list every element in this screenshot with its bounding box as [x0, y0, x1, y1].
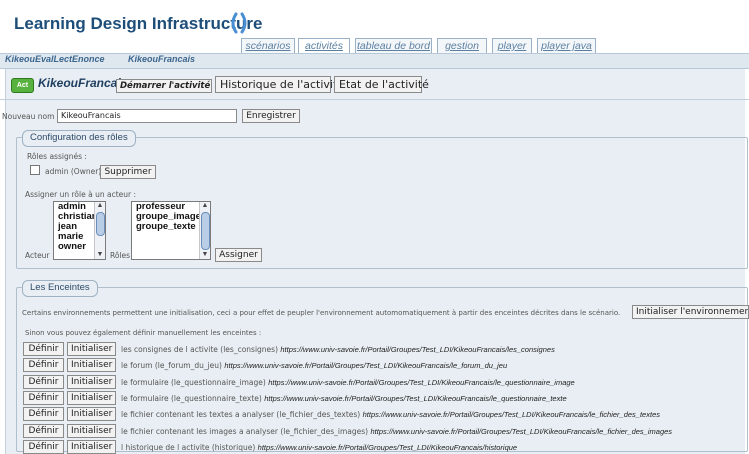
actor-listbox[interactable]: admin christian jean marie owner ▲ ▼: [53, 201, 106, 260]
enceinte-description: l historique de l activite (historique): [121, 443, 256, 452]
enceinte-url[interactable]: https://www.univ-savoie.fr/Portail/Group…: [280, 345, 554, 354]
enceinte-description: le formulaire (le_questionnaire_texte): [121, 394, 262, 403]
divider: [0, 99, 749, 100]
define-button[interactable]: Définir: [23, 391, 64, 405]
start-activity-button[interactable]: Démarrer l'activité: [116, 79, 212, 93]
enceintes-legend: Les Enceintes: [22, 280, 98, 297]
scroll-thumb[interactable]: [96, 212, 105, 236]
tab-player[interactable]: player: [492, 38, 532, 54]
actor-scrollbar[interactable]: ▲ ▼: [94, 202, 105, 259]
enceinte-row: le formulaire (le_questionnaire_image) h…: [121, 378, 575, 387]
tab-scenarios[interactable]: scénarios: [241, 38, 295, 54]
enceinte-row: les consignes de l activite (les_consign…: [121, 345, 555, 354]
initialize-button[interactable]: Initialiser: [67, 391, 116, 405]
define-button[interactable]: Définir: [23, 375, 64, 389]
enceinte-row: le fichier contenant les images a analys…: [121, 427, 672, 436]
roles-fieldset: [16, 137, 748, 269]
app-title: Learning Design Infrastructure: [14, 14, 263, 33]
enceintes-intro: Certains environnements permettent une i…: [22, 309, 621, 317]
init-environment-button[interactable]: Initialiser l'environnement: [632, 305, 749, 319]
enceinte-row: le fichier contenant les textes a analys…: [121, 410, 660, 419]
enceinte-row: le forum (le_forum_du_jeu) https://www.u…: [121, 361, 507, 370]
enceinte-description: le formulaire (le_questionnaire_image): [121, 378, 266, 387]
scroll-down-icon[interactable]: ▼: [96, 251, 104, 259]
define-button[interactable]: Définir: [23, 342, 64, 356]
role-listbox[interactable]: professeur groupe_image groupe_texte ▲ ▼: [131, 201, 211, 260]
rename-input[interactable]: KikeouFrancais: [57, 109, 237, 123]
roles-legend: Configuration des rôles: [22, 130, 136, 147]
enceinte-url[interactable]: https://www.univ-savoie.fr/Portail/Group…: [258, 443, 517, 452]
scroll-up-icon[interactable]: ▲: [96, 202, 104, 210]
roles-list-label: Rôles: [110, 251, 131, 260]
actor-label: Acteur: [25, 251, 50, 260]
initialize-button[interactable]: Initialiser: [67, 342, 116, 356]
enceinte-row: le formulaire (le_questionnaire_texte) h…: [121, 394, 567, 403]
enceinte-description: le fichier contenant les textes a analys…: [121, 410, 361, 419]
enceinte-url[interactable]: https://www.univ-savoie.fr/Portail/Group…: [264, 394, 566, 403]
activity-state-button[interactable]: Etat de l'activité: [334, 76, 429, 93]
scroll-thumb[interactable]: [201, 212, 210, 250]
assigned-role-checkbox[interactable]: [30, 165, 40, 175]
activity-name: KikeouFrancais: [38, 76, 128, 90]
enceinte-row: l historique de l activite (historique) …: [121, 443, 517, 452]
save-button[interactable]: Enregistrer: [242, 109, 300, 123]
breadcrumb-bar: [0, 53, 749, 69]
assigned-role-item: admin (Owner): [45, 167, 102, 176]
remove-role-button[interactable]: Supprimer: [100, 165, 156, 179]
scroll-down-icon[interactable]: ▼: [201, 251, 209, 259]
enceinte-url[interactable]: https://www.univ-savoie.fr/Portail/Group…: [224, 361, 507, 370]
rename-label: Nouveau nom :: [2, 112, 60, 121]
tab-gestion[interactable]: gestion: [437, 38, 487, 54]
activity-badge: Act: [11, 78, 34, 93]
enceinte-url[interactable]: https://www.univ-savoie.fr/Portail/Group…: [363, 410, 660, 419]
manual-define-note: Sinon vous pouvez également définir manu…: [25, 329, 262, 337]
tab-activites[interactable]: activités: [298, 38, 350, 54]
breadcrumb-current[interactable]: KikeouFrancais: [128, 54, 195, 64]
enceinte-description: les consignes de l activite (les_consign…: [121, 345, 278, 354]
scroll-up-icon[interactable]: ▲: [201, 202, 209, 210]
define-button[interactable]: Définir: [23, 424, 64, 438]
initialize-button[interactable]: Initialiser: [67, 440, 116, 454]
enceinte-url[interactable]: https://www.univ-savoie.fr/Portail/Group…: [371, 427, 673, 436]
define-button[interactable]: Définir: [23, 440, 64, 454]
breadcrumb-parent[interactable]: KikeouEvalLectEnonce: [5, 54, 105, 64]
enceinte-description: le fichier contenant les images a analys…: [121, 427, 369, 436]
define-button[interactable]: Définir: [23, 407, 64, 421]
initialize-button[interactable]: Initialiser: [67, 407, 116, 421]
define-button[interactable]: Définir: [23, 358, 64, 372]
initialize-button[interactable]: Initialiser: [67, 375, 116, 389]
initialize-button[interactable]: Initialiser: [67, 358, 116, 372]
initialize-button[interactable]: Initialiser: [67, 424, 116, 438]
enceinte-description: le forum (le_forum_du_jeu): [121, 361, 222, 370]
enceinte-url[interactable]: https://www.univ-savoie.fr/Portail/Group…: [268, 378, 575, 387]
assigned-roles-label: Rôles assignés :: [27, 152, 87, 161]
tab-tableau-de-bord[interactable]: tableau de bord: [355, 38, 432, 54]
assign-button[interactable]: Assigner: [215, 248, 262, 262]
assign-role-label: Assigner un rôle à un acteur :: [25, 190, 136, 199]
role-scrollbar[interactable]: ▲ ▼: [199, 202, 210, 259]
activity-history-button[interactable]: Historique de l'activité: [215, 76, 344, 93]
tab-player-java[interactable]: player java: [537, 38, 596, 54]
logo-icon: [231, 12, 247, 34]
